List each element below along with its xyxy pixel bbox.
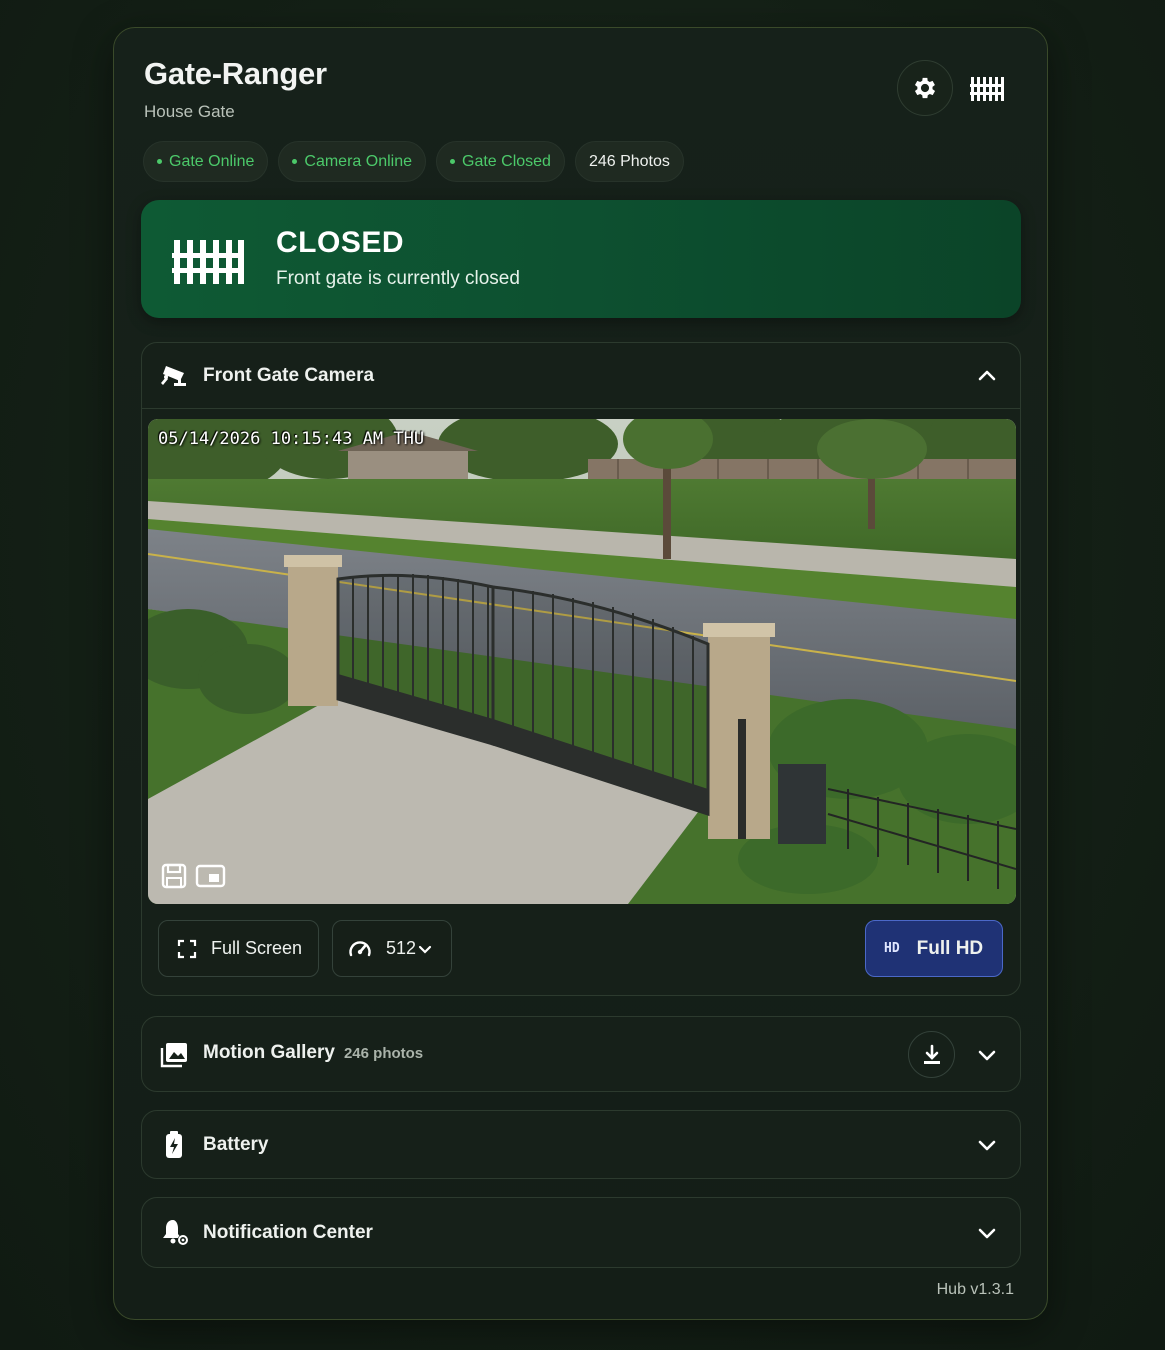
gate-icon	[970, 77, 1004, 101]
security-camera-icon	[161, 366, 186, 386]
image-gallery-icon	[160, 1043, 187, 1068]
motion-gallery-title-row: Motion Gallery 246 photos	[203, 1042, 423, 1064]
save-snapshot-icon[interactable]	[161, 863, 187, 889]
picture-in-picture-icon[interactable]	[195, 863, 226, 889]
motion-gallery-count: 246 photos	[343, 1045, 424, 1062]
chevron-up-icon[interactable]	[976, 365, 998, 387]
battery-charging-icon	[166, 1131, 182, 1158]
status-dot	[450, 159, 455, 164]
full-screen-label: Full Screen	[211, 938, 303, 958]
full-screen-button[interactable]: Full Screen	[158, 920, 319, 977]
gate-status-message: Front gate is currently closed	[276, 268, 520, 289]
status-chips: Gate Online Camera Online Gate Closed 24…	[143, 141, 684, 182]
chevron-down-icon	[418, 945, 432, 954]
quality-full-hd-button[interactable]: HD Full HD	[865, 920, 1003, 977]
chip-label: 246 Photos	[588, 152, 670, 170]
gate-online-badge: Gate Online	[143, 141, 269, 182]
gear-icon	[914, 77, 936, 99]
hd-icon: HD	[884, 941, 900, 956]
quality-label: Full HD	[916, 937, 984, 959]
app-title: Gate-Ranger	[144, 56, 327, 91]
app-subtitle: House Gate	[144, 102, 235, 121]
notification-center-panel[interactable]: Notification Center	[141, 1197, 1021, 1268]
chip-label: Gate Closed	[462, 152, 551, 170]
chip-label: Gate Online	[169, 152, 255, 170]
gate-ranger-card: Gate-Ranger House Gate Gate Online Camer…	[113, 27, 1048, 1320]
chip-label: Camera Online	[304, 152, 412, 170]
status-dot	[292, 159, 298, 164]
camera-scene	[148, 419, 1016, 904]
bitrate-value: 512	[386, 938, 417, 958]
chevron-down-icon[interactable]	[976, 1134, 998, 1156]
settings-button[interactable]	[897, 60, 953, 116]
camera-panel-title: Front Gate Camera	[203, 365, 375, 386]
gate-icon	[172, 240, 244, 284]
photos-count-badge: 246 Photos	[574, 141, 684, 182]
camera-live-feed[interactable]: 05/14/2026 10:15:43 AM THU	[148, 419, 1016, 904]
fullscreen-icon	[177, 939, 197, 958]
battery-title: Battery	[203, 1134, 269, 1155]
video-overlay-controls	[161, 863, 226, 889]
download-button[interactable]	[908, 1031, 955, 1078]
status-dot	[157, 159, 162, 164]
gate-closed-badge: Gate Closed	[436, 141, 565, 182]
motion-gallery-title: Motion Gallery	[203, 1042, 335, 1063]
gate-status-banner: CLOSED Front gate is currently closed	[141, 200, 1021, 318]
chevron-down-icon[interactable]	[976, 1222, 998, 1244]
hub-version: Hub v1.3.1	[936, 1281, 1014, 1298]
camera-panel-header[interactable]: Front Gate Camera	[142, 343, 1020, 409]
motion-gallery-panel[interactable]: Motion Gallery 246 photos	[141, 1016, 1021, 1092]
bell-gear-icon	[163, 1220, 189, 1246]
download-icon	[923, 1044, 940, 1064]
camera-online-badge: Camera Online	[278, 141, 426, 182]
camera-panel: Front Gate Camera 05/14/2026 10:15:43 AM…	[141, 342, 1021, 996]
notification-center-title: Notification Center	[203, 1222, 373, 1243]
camera-timestamp: 05/14/2026 10:15:43 AM THU	[158, 429, 425, 449]
gate-status-title: CLOSED	[276, 226, 405, 259]
speedometer-icon	[349, 940, 371, 956]
chevron-down-icon[interactable]	[976, 1044, 998, 1066]
bitrate-select[interactable]: 512	[332, 920, 452, 977]
battery-panel[interactable]: Battery	[141, 1110, 1021, 1179]
